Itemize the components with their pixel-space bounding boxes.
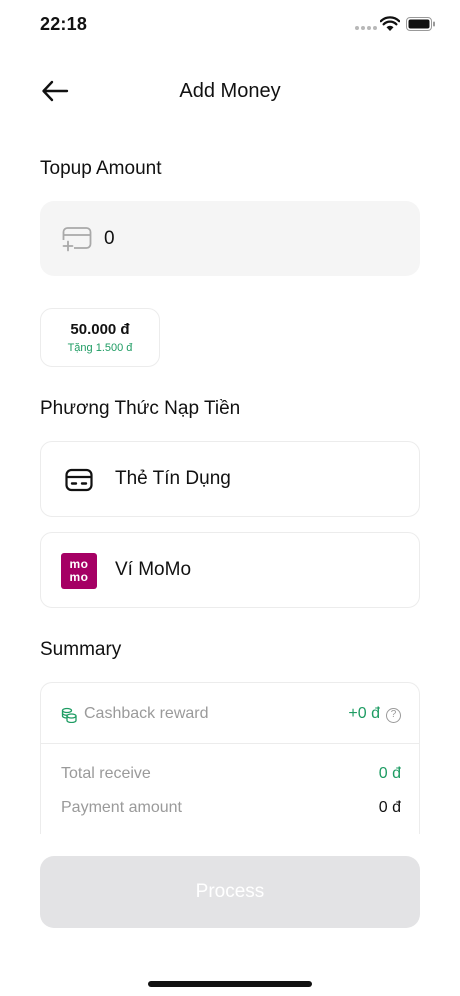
cashback-row: Cashback reward +0 đ? xyxy=(61,703,401,727)
divider xyxy=(41,743,419,744)
total-receive-value: 0 đ xyxy=(378,765,401,782)
total-receive-label: Total receive xyxy=(61,765,151,782)
amount-field[interactable] xyxy=(40,201,420,276)
payment-method-momo[interactable]: mo mo Ví MoMo xyxy=(40,532,420,608)
battery-icon xyxy=(406,17,435,31)
cashback-label: Cashback reward xyxy=(84,705,209,722)
navigation-bar: Add Money xyxy=(0,70,460,114)
payment-amount-value: 0 đ xyxy=(378,799,401,816)
payment-amount-label: Payment amount xyxy=(61,799,182,816)
home-indicator xyxy=(148,981,312,987)
summary-card: Cashback reward +0 đ? Total receive 0 đ … xyxy=(40,682,420,834)
coins-icon xyxy=(61,707,77,723)
process-button[interactable]: Process xyxy=(40,856,420,928)
credit-card-icon xyxy=(61,462,97,498)
cashback-value: +0 đ xyxy=(348,705,380,722)
payment-method-credit-card[interactable]: Thẻ Tín Dụng xyxy=(40,441,420,517)
status-bar: 22:18 xyxy=(0,0,460,52)
status-time: 22:18 xyxy=(40,14,88,34)
amount-input[interactable] xyxy=(104,223,394,255)
summary-heading: Summary xyxy=(40,639,122,660)
credit-card-label: Thẻ Tín Dụng xyxy=(115,468,231,489)
page-title: Add Money xyxy=(179,80,281,102)
wifi-icon xyxy=(380,16,400,31)
quick-amount-bonus: Tặng 1.500 đ xyxy=(67,342,133,354)
momo-logo: mo mo xyxy=(61,553,97,589)
payment-method-heading: Phương Thức Nạp Tiền xyxy=(40,398,241,419)
total-receive-row: Total receive 0 đ xyxy=(61,763,401,787)
payment-amount-row: Payment amount 0 đ xyxy=(61,797,401,821)
cellular-signal-icon xyxy=(355,26,377,32)
help-icon[interactable]: ? xyxy=(386,708,401,723)
momo-label: Ví MoMo xyxy=(115,559,192,580)
card-add-icon xyxy=(62,227,92,252)
topup-amount-heading: Topup Amount xyxy=(40,158,162,179)
quick-amount-value: 50.000 đ xyxy=(70,321,130,338)
quick-amount-chip[interactable]: 50.000 đ Tặng 1.500 đ xyxy=(40,308,160,367)
